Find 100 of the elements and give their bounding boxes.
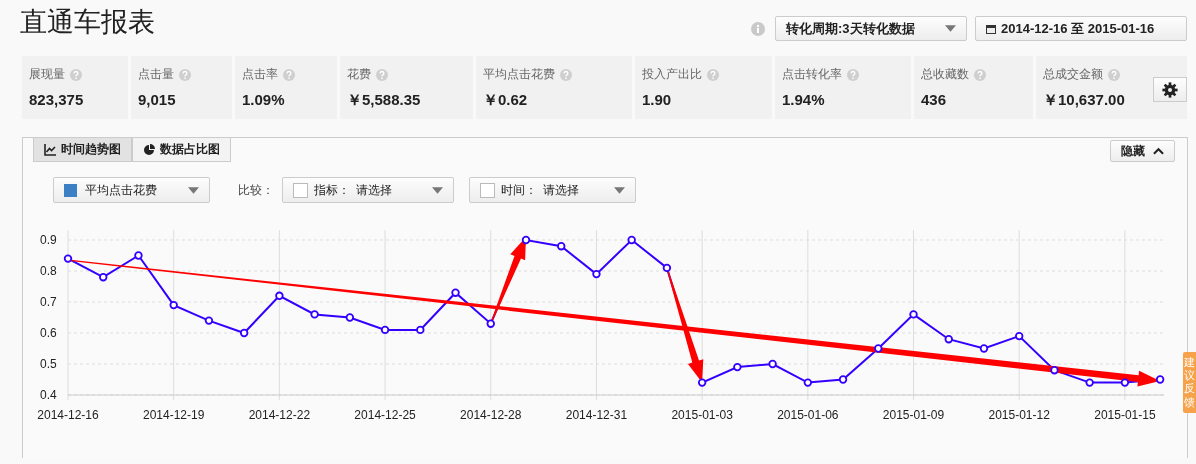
data-point	[944, 335, 953, 344]
y-axis-label: 0.8	[40, 264, 57, 278]
caret-icon	[432, 186, 443, 194]
chart-tab[interactable]: 时间趋势图	[33, 138, 132, 162]
help-icon[interactable]	[1108, 68, 1120, 81]
data-point	[768, 359, 777, 369]
data-point	[557, 242, 566, 251]
data-point	[909, 310, 918, 319]
compare-select[interactable]: 时间： 请选择	[469, 177, 636, 203]
caret-icon	[614, 186, 625, 194]
metric-value: 1.90	[642, 91, 673, 108]
settings-button[interactable]	[1153, 77, 1187, 102]
data-point	[979, 344, 989, 353]
filter-placeholder: 请选择	[356, 181, 392, 199]
pie-chart-icon	[143, 143, 155, 156]
metric-value: 9,015	[138, 91, 177, 108]
help-icon[interactable]	[179, 68, 191, 81]
x-axis-label: 2015-01-12	[988, 408, 1050, 422]
checkbox[interactable]	[480, 182, 495, 198]
data-point	[134, 251, 143, 260]
x-axis-label: 2014-12-31	[565, 408, 628, 422]
data-point	[733, 362, 742, 372]
metric-value: 823,375	[29, 91, 85, 108]
data-point	[697, 378, 707, 387]
help-icon[interactable]	[847, 68, 859, 81]
help-icon[interactable]	[707, 68, 719, 81]
metric-label: 总收藏数	[921, 66, 969, 83]
data-point	[627, 235, 636, 245]
data-point	[99, 273, 108, 282]
data-point	[345, 313, 355, 322]
metric-value: ￥10,637.00	[1043, 91, 1126, 110]
data-point	[1015, 331, 1024, 341]
data-point	[380, 325, 390, 335]
data-point	[275, 291, 284, 300]
x-axis-label: 2015-01-09	[882, 408, 945, 422]
x-axis-label: 2015-01-03	[671, 408, 733, 422]
x-axis-label: 2014-12-28	[460, 408, 522, 422]
metric-label: 平均点击花费	[483, 66, 555, 83]
x-axis-label: 2014-12-16	[37, 408, 99, 422]
x-axis-label: 2014-12-19	[143, 408, 205, 422]
metric-select[interactable]: 平均点击花费	[53, 177, 210, 203]
page-title: 直通车报表	[20, 6, 155, 39]
x-axis-label: 2015-01-06	[777, 408, 839, 422]
data-point	[838, 375, 848, 384]
date-range-button[interactable]: 2014-12-16 至 2015-01-16	[975, 16, 1187, 41]
caret-icon	[188, 186, 199, 194]
chevron-up-icon	[1153, 147, 1164, 155]
data-point	[416, 325, 425, 335]
checkbox[interactable]	[293, 182, 308, 198]
filter-placeholder: 请选择	[543, 181, 579, 199]
data-point	[1155, 375, 1165, 384]
metric-value: ￥0.62	[483, 91, 529, 110]
compare-select[interactable]: 指标： 请选择	[282, 177, 454, 203]
data-point	[451, 288, 460, 297]
x-axis-label: 2014-12-22	[248, 408, 311, 422]
compare-label: 比较：	[238, 181, 274, 199]
conversion-period-select[interactable]: 转化周期:3天转化数据	[775, 16, 967, 41]
y-axis-label: 0.6	[40, 326, 57, 340]
data-point	[1085, 378, 1094, 387]
y-axis-label: 0.4	[40, 388, 57, 402]
data-point	[592, 269, 601, 279]
metric-value: 1.09%	[242, 91, 286, 108]
data-point	[874, 344, 883, 353]
y-axis-label: 0.9	[40, 233, 57, 247]
filter-label: 指标：	[314, 181, 350, 199]
data-point	[204, 316, 214, 325]
data-point	[486, 319, 495, 328]
help-icon[interactable]	[283, 68, 295, 81]
metric-label: 点击率	[242, 66, 278, 83]
help-icon[interactable]	[560, 68, 572, 81]
data-point	[803, 378, 813, 387]
metric-value: 436	[921, 91, 948, 108]
data-point	[63, 254, 73, 263]
y-axis-label: 0.5	[40, 357, 57, 371]
metric-label: 总成交金额	[1043, 66, 1103, 83]
y-axis-label: 0.7	[40, 295, 57, 309]
settings-icon	[1162, 81, 1178, 98]
metric-value: ￥5,588.35	[347, 91, 422, 110]
filter-label: 时间：	[501, 181, 537, 199]
metric-label: 点击转化率	[782, 66, 842, 83]
data-point	[1050, 366, 1059, 375]
data-point	[239, 328, 249, 338]
help-icon[interactable]	[974, 68, 986, 81]
x-axis-label: 2015-01-15	[1094, 408, 1156, 422]
data-point	[662, 263, 672, 273]
help-icon[interactable]	[70, 68, 82, 81]
chart-tab[interactable]: 数据占比图	[132, 138, 231, 162]
line-chart-icon	[44, 143, 56, 156]
metric-value: 1.94%	[782, 91, 826, 108]
metric-label: 点击量	[138, 66, 174, 83]
data-point	[521, 235, 531, 245]
x-axis-label: 2014-12-25	[354, 408, 416, 422]
info-icon[interactable]	[751, 21, 765, 36]
hide-button[interactable]: 隐藏	[1110, 140, 1175, 162]
data-point	[1120, 378, 1130, 387]
metric-label: 花费	[347, 66, 371, 83]
data-point	[310, 310, 319, 319]
calendar-icon	[986, 23, 996, 34]
metric-label: 展现量	[29, 66, 65, 83]
help-icon[interactable]	[376, 68, 388, 81]
